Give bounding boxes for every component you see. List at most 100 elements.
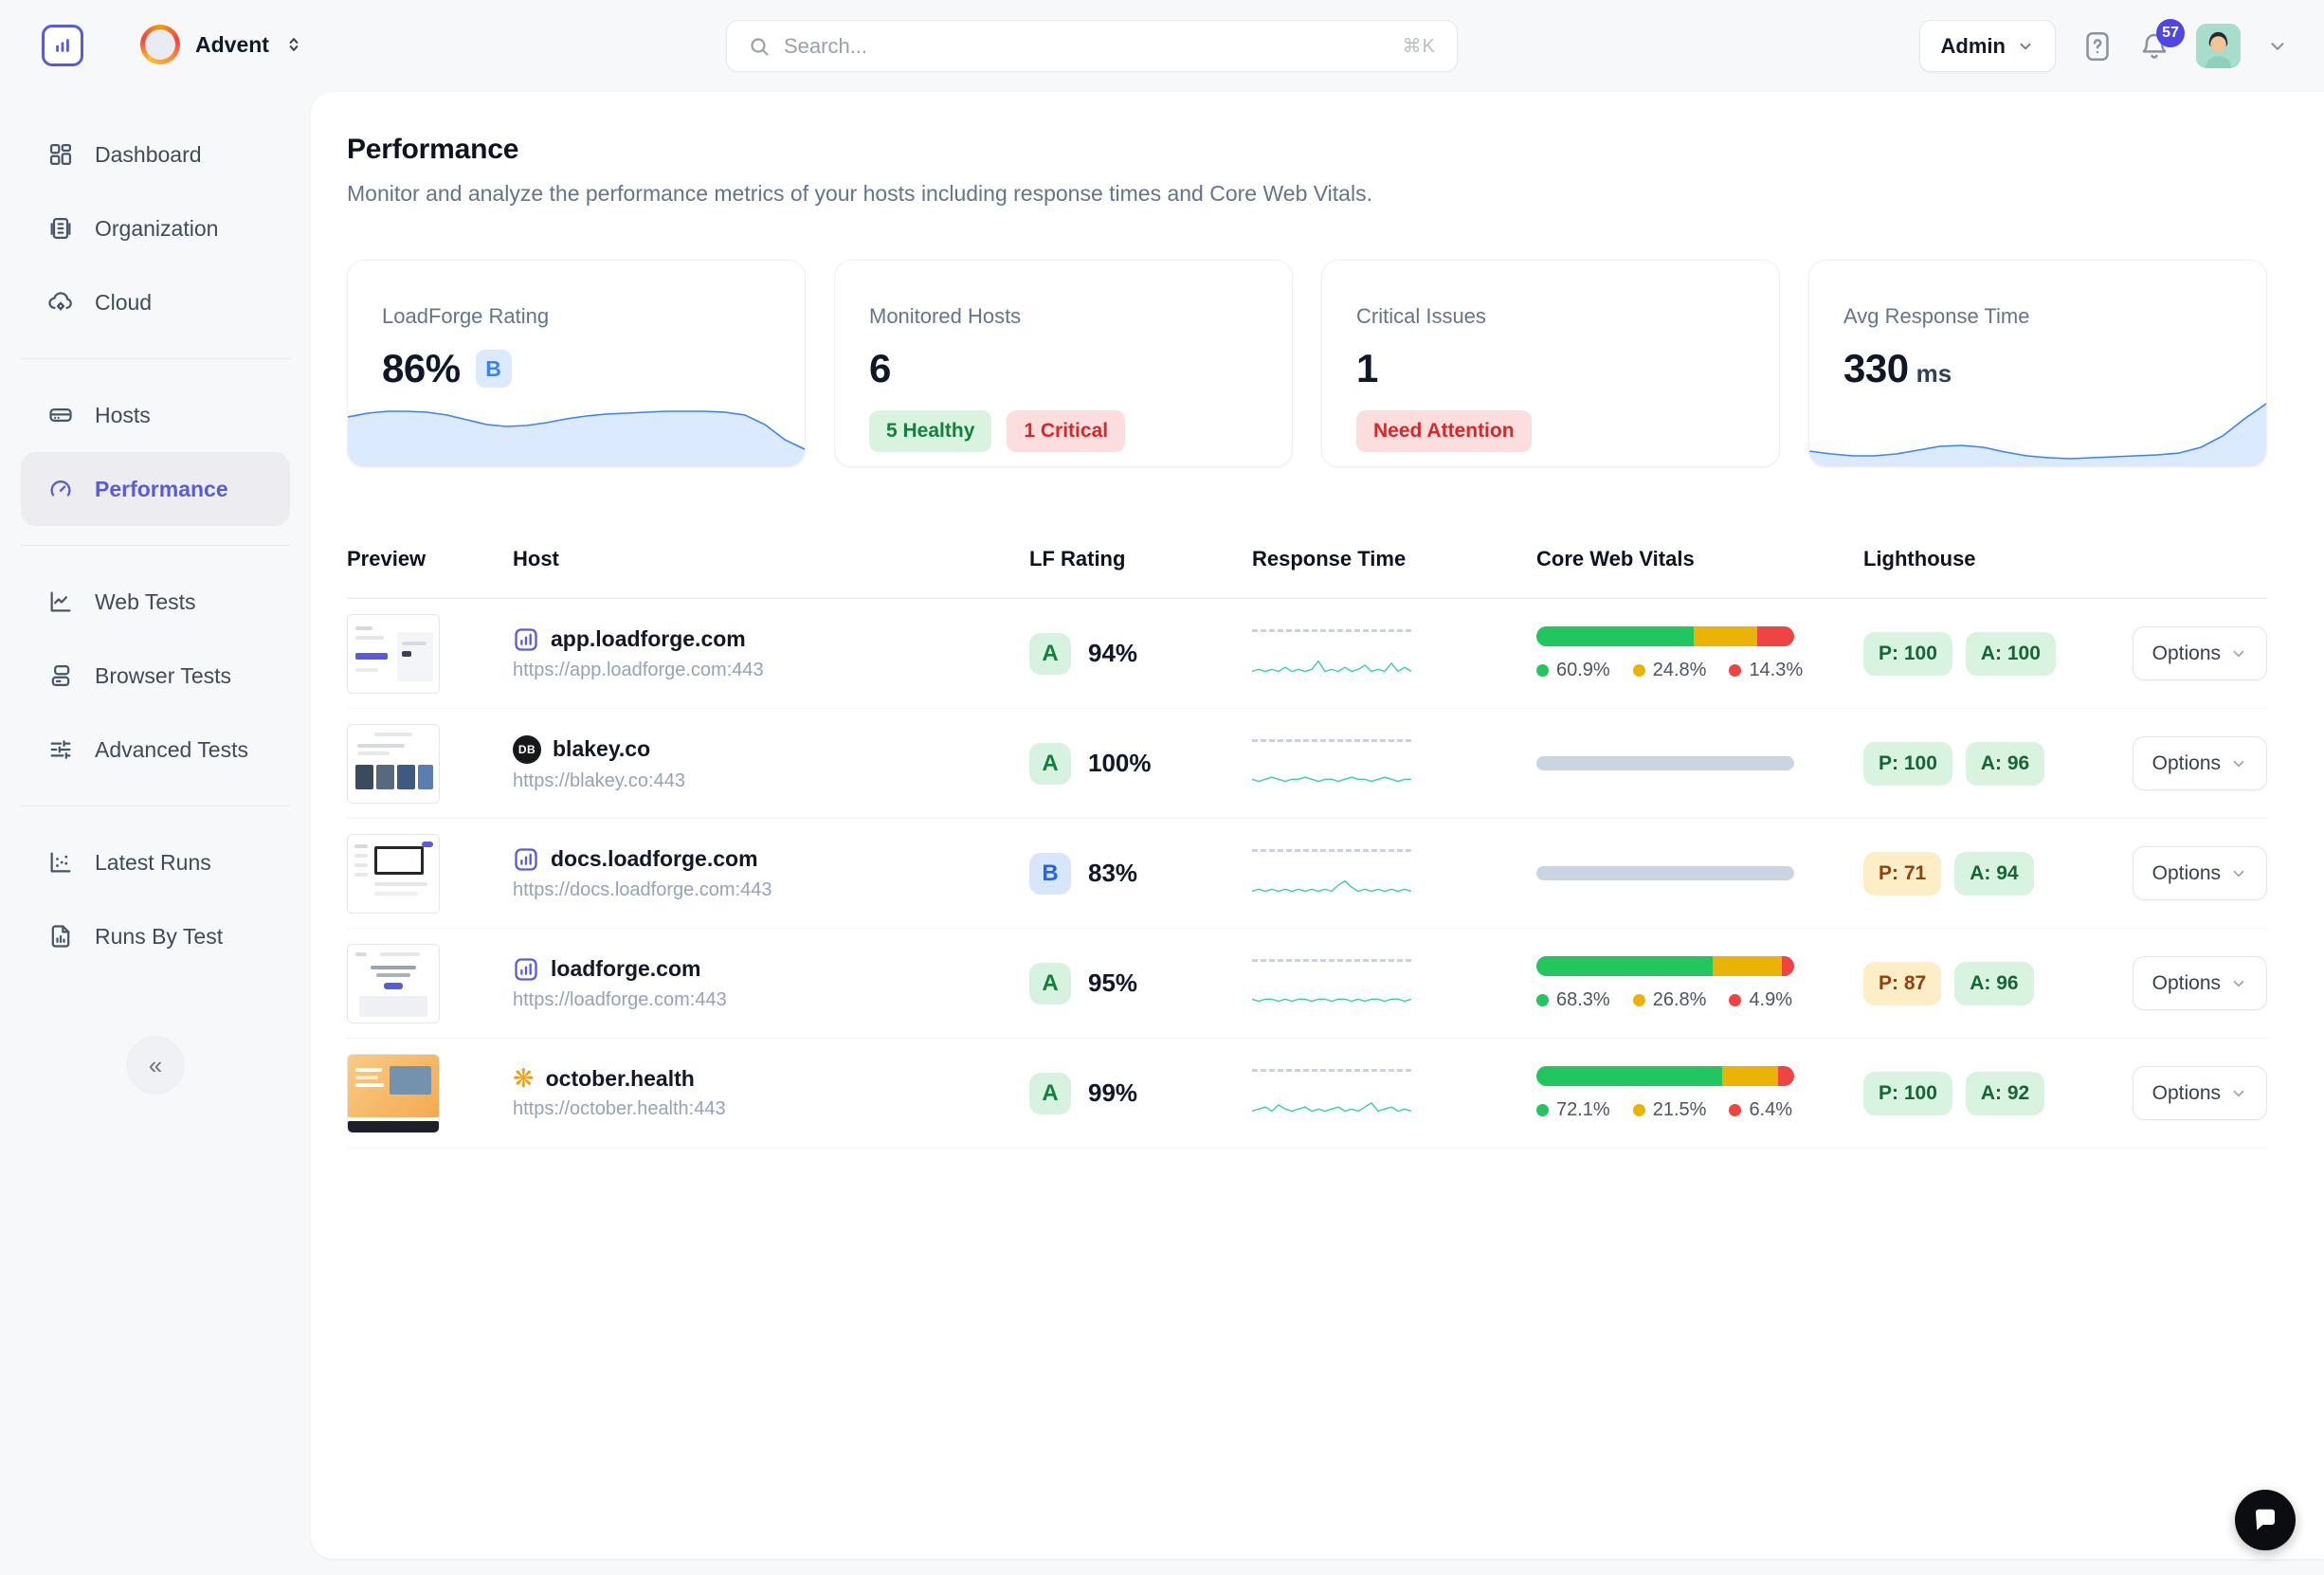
user-avatar[interactable] — [2196, 24, 2241, 68]
core-web-vitals-empty — [1536, 866, 1794, 880]
options-button[interactable]: Options — [2133, 846, 2267, 900]
host-preview-thumbnail[interactable] — [347, 944, 440, 1023]
host-preview-thumbnail[interactable] — [347, 614, 440, 694]
lf-rating-cell: B 83% — [1029, 853, 1252, 895]
host-row-docs-loadforge-com: docs.loadforge.com https://docs.loadforg… — [347, 819, 2267, 929]
sidebar-item-web-tests[interactable]: Web Tests — [21, 565, 290, 639]
sidebar-item-runs-by-test[interactable]: Runs By Test — [21, 899, 290, 973]
lf-rating-cell: A 94% — [1029, 633, 1252, 675]
notifications-count-badge: 57 — [2156, 19, 2185, 47]
host-cell[interactable]: docs.loadforge.com https://docs.loadforg… — [513, 846, 1029, 901]
chevron-down-icon — [2230, 645, 2247, 662]
status-badge: 5 Healthy — [869, 410, 991, 452]
sidebar-item-label: Advanced Tests — [95, 737, 248, 763]
response-sparkline — [1252, 983, 1411, 1007]
options-button[interactable]: Options — [2133, 956, 2267, 1010]
rating-percent: 83% — [1088, 859, 1137, 888]
host-cell[interactable]: ❋ october.health https://october.health:… — [513, 1066, 1029, 1120]
options-button[interactable]: Options — [2133, 736, 2267, 790]
status-badge: Need Attention — [1356, 410, 1532, 452]
host-preview-thumbnail[interactable] — [347, 1054, 440, 1133]
lighthouse-cell: P: 71A: 94 — [1863, 852, 2129, 896]
sidebar-item-performance[interactable]: Performance — [21, 452, 290, 526]
rating-grade-badge: A — [1029, 743, 1071, 785]
server-icon — [47, 402, 74, 428]
host-cell[interactable]: DB blakey.co https://blakey.co:443 — [513, 735, 1029, 792]
sidebar-item-hosts[interactable]: Hosts — [21, 378, 290, 452]
sidebar-item-dashboard[interactable]: Dashboard — [21, 118, 290, 191]
vitals-legend-item: 68.3% — [1536, 989, 1610, 1011]
column-header-preview: Preview — [347, 547, 513, 571]
lf-rating-cell: A 95% — [1029, 963, 1252, 1005]
chevron-down-icon — [2230, 975, 2247, 992]
org-switcher[interactable]: Advent — [140, 25, 303, 64]
sidebar-item-label: Organization — [95, 216, 218, 242]
host-row-october-health: ❋ october.health https://october.health:… — [347, 1039, 2267, 1149]
vitals-legend-item: 24.8% — [1633, 660, 1707, 681]
chat-widget-button[interactable] — [2235, 1490, 2296, 1550]
browser-icon — [47, 662, 74, 689]
sidebar-divider — [21, 545, 290, 546]
admin-menu-button[interactable]: Admin — [1919, 20, 2056, 72]
global-search: ⌘K — [726, 20, 1458, 72]
host-cell[interactable]: app.loadforge.com https://app.loadforge.… — [513, 626, 1029, 681]
chevron-down-icon — [2230, 755, 2247, 772]
sidebar-item-organization[interactable]: Organization — [21, 191, 290, 265]
october-health-favicon: ❋ — [513, 1066, 535, 1092]
core-web-vitals: 60.9%24.8%14.3% — [1536, 626, 1863, 681]
sidebar-item-label: Runs By Test — [95, 924, 223, 950]
host-preview-thumbnail[interactable] — [347, 834, 440, 914]
stat-value: 330 — [1843, 346, 1909, 391]
vitals-legend-item: 60.9% — [1536, 660, 1610, 681]
options-button[interactable]: Options — [2133, 626, 2267, 680]
host-preview-thumbnail[interactable] — [347, 724, 440, 804]
sidebar-nav: Dashboard Organization Cloud Hosts Perfo… — [0, 92, 311, 1575]
sidebar-item-label: Performance — [95, 477, 228, 502]
core-web-vitals: 72.1%21.5%6.4% — [1536, 1066, 1863, 1121]
vitals-legend-item: 4.9% — [1729, 989, 1792, 1011]
lighthouse-badge: A: 94 — [1954, 852, 2033, 896]
app-logo-icon[interactable] — [42, 25, 83, 66]
sidebar-item-label: Latest Runs — [95, 850, 211, 876]
response-time-cell — [1252, 1069, 1411, 1117]
host-cell[interactable]: loadforge.com https://loadforge.com:443 — [513, 956, 1029, 1011]
lighthouse-cell: P: 100A: 100 — [1863, 632, 2129, 676]
vitals-legend-item: 21.5% — [1633, 1099, 1707, 1121]
user-menu-chevron-icon[interactable] — [2267, 36, 2288, 57]
host-url: https://docs.loadforge.com:443 — [513, 879, 1029, 901]
host-url: https://blakey.co:443 — [513, 770, 1029, 792]
sidebar-item-latest-runs[interactable]: Latest Runs — [21, 825, 290, 899]
main-panel: Performance Monitor and analyze the perf… — [311, 92, 2324, 1559]
rating-grade-badge: A — [1029, 633, 1071, 675]
response-sparkline — [1252, 1093, 1411, 1117]
sidebar-item-cloud[interactable]: Cloud — [21, 265, 290, 339]
stat-value: 86% — [382, 346, 461, 391]
loadforge-favicon — [513, 626, 539, 653]
scatter-icon — [47, 849, 74, 876]
vitals-legend-item: 72.1% — [1536, 1099, 1610, 1121]
host-name: docs.loadforge.com — [551, 846, 758, 872]
search-input[interactable] — [784, 34, 1389, 59]
notifications-bell-icon[interactable]: 57 — [2139, 30, 2170, 63]
host-name: october.health — [546, 1066, 695, 1092]
rating-grade-badge: A — [1029, 1073, 1071, 1114]
help-icon[interactable] — [2082, 30, 2113, 63]
rating-grade-badge: A — [1029, 963, 1071, 1005]
lighthouse-badge: P: 100 — [1863, 632, 1952, 676]
stat-label: Avg Response Time — [1843, 304, 2232, 329]
sidebar-item-browser-tests[interactable]: Browser Tests — [21, 639, 290, 713]
options-button[interactable]: Options — [2133, 1066, 2267, 1120]
response-sparkline — [1252, 653, 1411, 678]
vitals-bar — [1536, 956, 1794, 976]
core-web-vitals: 68.3% 26.8% 4.9% — [1536, 956, 1863, 1011]
vitals-legend-item: 26.8% — [1633, 989, 1707, 1011]
rating-percent: 94% — [1088, 639, 1137, 668]
stat-card-monitored-hosts: Monitored Hosts 65 Healthy1 Critical — [834, 260, 1293, 467]
loadforge-favicon — [513, 956, 539, 983]
status-badge: 1 Critical — [1007, 410, 1125, 452]
stat-label: LoadForge Rating — [382, 304, 771, 329]
sidebar-item-advanced-tests[interactable]: Advanced Tests — [21, 713, 290, 787]
sidebar-collapse-button[interactable]: « — [126, 1036, 185, 1095]
table-header: PreviewHostLF RatingResponse TimeCore We… — [347, 547, 2267, 599]
gauge-icon — [47, 476, 74, 502]
